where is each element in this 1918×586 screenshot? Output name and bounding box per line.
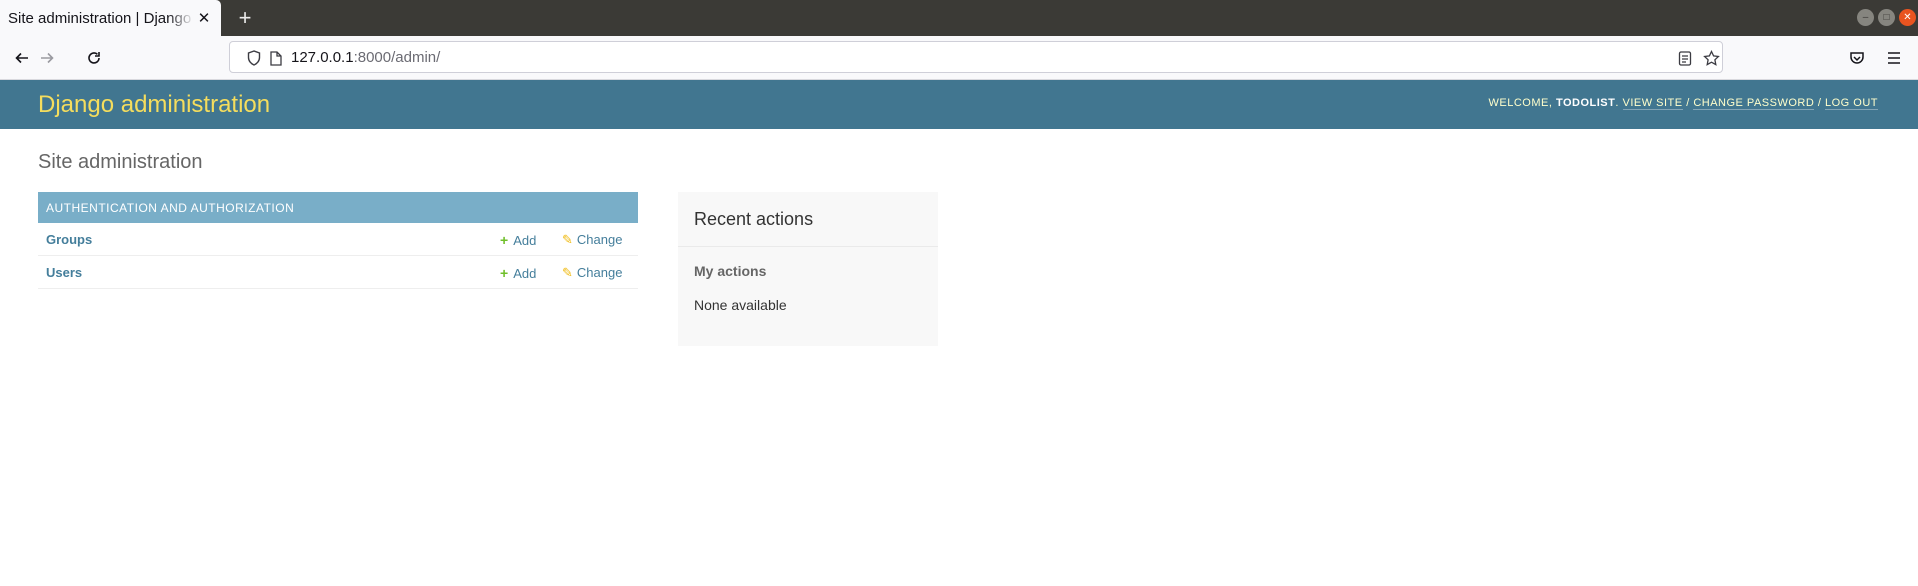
change-link[interactable]: ✎ Change (562, 232, 622, 248)
tab-title: Site administration | Django site admin (8, 9, 194, 27)
page-title: Site administration (38, 151, 203, 173)
browser-nav-bar: 127.0.0.1:8000/admin/ (0, 36, 1918, 80)
shield-icon[interactable] (245, 49, 263, 67)
change-link[interactable]: ✎ Change (562, 265, 622, 281)
add-label: Add (513, 233, 537, 248)
reader-view-icon[interactable] (1676, 49, 1694, 67)
recent-actions-title: Recent actions (694, 209, 814, 229)
url-path: :8000/admin/ (353, 49, 441, 66)
url-text: 127.0.0.1:8000/admin/ (291, 49, 440, 66)
change-label: Change (576, 232, 623, 247)
forward-arrow-icon[interactable] (36, 47, 58, 69)
separator: / (1817, 97, 1822, 109)
browser-tab-strip: Site administration | Django site admin … (0, 0, 1918, 36)
plus-icon: + (500, 265, 509, 281)
divider (678, 246, 938, 247)
model-link-users[interactable]: Users (46, 265, 82, 280)
view-site-link[interactable]: View site (1622, 97, 1683, 110)
window-maximize-icon[interactable]: □ (1878, 9, 1895, 26)
admin-header: Django administration Welcome, todolist.… (0, 80, 1918, 129)
table-row: Groups + Add ✎ Change (38, 223, 638, 256)
back-arrow-icon[interactable] (11, 47, 33, 69)
menu-hamburger-icon[interactable] (1883, 47, 1905, 69)
table-row: Users + Add ✎ Change (38, 256, 638, 289)
module-caption[interactable]: Authentication and Authorization (38, 192, 638, 223)
app-module-auth: Authentication and Authorization Groups … (38, 192, 638, 289)
window-minimize-icon[interactable]: – (1857, 9, 1874, 26)
recent-actions-panel: Recent actions My actions None available (678, 192, 938, 346)
user-tools: Welcome, todolist. View site / Change pa… (1488, 97, 1878, 110)
browser-tab[interactable]: Site administration | Django site admin … (0, 0, 221, 36)
bookmark-star-icon[interactable] (1702, 49, 1720, 67)
add-link[interactable]: + Add (500, 232, 536, 248)
plus-icon: + (500, 232, 509, 248)
url-host: 127.0.0.1 (291, 49, 354, 66)
add-link[interactable]: + Add (500, 265, 536, 281)
url-bar[interactable]: 127.0.0.1:8000/admin/ (229, 41, 1723, 73)
separator: / (1686, 97, 1690, 109)
pencil-icon: ✎ (562, 265, 573, 280)
site-branding[interactable]: Django administration (38, 91, 270, 119)
empty-actions-text: None available (694, 297, 787, 313)
pocket-icon[interactable] (1846, 47, 1868, 69)
pencil-icon: ✎ (562, 232, 573, 247)
new-tab-icon[interactable]: + (234, 7, 256, 29)
page-icon[interactable] (267, 49, 285, 67)
add-label: Add (513, 266, 537, 281)
tab-close-icon[interactable]: ✕ (195, 9, 213, 27)
change-password-link[interactable]: Change password (1693, 97, 1815, 110)
change-label: Change (576, 265, 623, 280)
welcome-text: Welcome, (1488, 97, 1553, 109)
model-link-groups[interactable]: Groups (46, 232, 92, 247)
log-out-link[interactable]: Log out (1824, 97, 1878, 110)
username: todolist (1555, 97, 1616, 109)
my-actions-heading: My actions (694, 263, 767, 279)
window-close-icon[interactable]: ✕ (1899, 9, 1916, 26)
reload-icon[interactable] (83, 47, 105, 69)
